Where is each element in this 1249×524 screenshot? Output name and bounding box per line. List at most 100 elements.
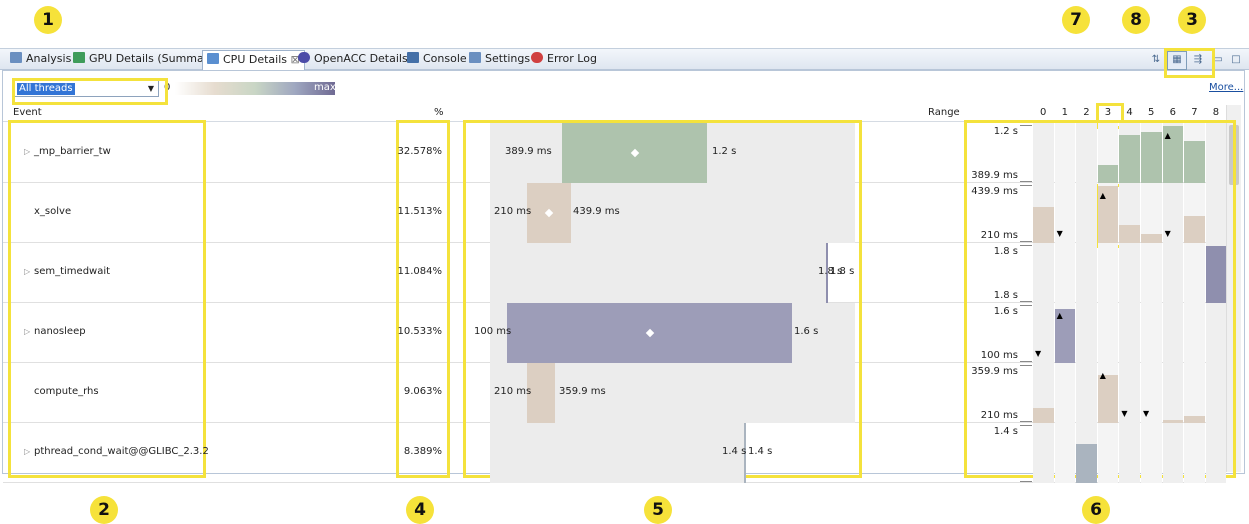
thread-column-header[interactable]: 0: [1040, 107, 1046, 118]
thread-bar: [1097, 375, 1119, 423]
thread-column-header[interactable]: 7: [1191, 107, 1197, 118]
analysis-icon: [10, 52, 22, 63]
event-column-header[interactable]: Event: [13, 107, 42, 118]
legend-max-label: max: [314, 82, 336, 93]
range-column-header[interactable]: Range: [928, 107, 960, 118]
thread-chart-min-label: 210 ms: [980, 410, 1018, 421]
thread-chart-topline: [1020, 125, 1032, 126]
thread-cell[interactable]: [1162, 423, 1184, 483]
event-percent: 10.533%: [397, 326, 443, 337]
thread-cell[interactable]: [1205, 183, 1227, 243]
thread-cell[interactable]: [1141, 423, 1162, 483]
thread-cell[interactable]: [1097, 243, 1119, 303]
thread-chart-min-label: 1.8 s: [993, 290, 1018, 301]
thread-cell[interactable]: [1033, 123, 1054, 183]
event-percent: 11.084%: [397, 266, 443, 277]
thread-cell[interactable]: [1076, 123, 1097, 183]
settings-icon: [469, 52, 481, 63]
thread-column-header[interactable]: 6: [1170, 107, 1176, 118]
thread-cell[interactable]: [1205, 123, 1227, 183]
thread-cell[interactable]: [1076, 303, 1097, 363]
expand-row-icon[interactable]: ▷: [24, 447, 30, 456]
event-percent: 11.513%: [397, 206, 443, 217]
thread-cell[interactable]: [1033, 243, 1054, 303]
expand-row-icon[interactable]: ▷: [24, 327, 30, 336]
thread-cell[interactable]: [1097, 303, 1119, 363]
thread-cell[interactable]: [1054, 423, 1076, 483]
annotation-badge-6: 6: [1082, 496, 1110, 524]
thread-cell[interactable]: [1162, 243, 1184, 303]
percent-column-header[interactable]: %: [434, 107, 444, 118]
thread-cell[interactable]: [1097, 423, 1119, 483]
thread-chart-baseline: [1020, 361, 1032, 362]
range-min-label: 389.9 ms: [505, 146, 552, 157]
thread-cell[interactable]: [1162, 363, 1184, 423]
thread-bar: [1033, 207, 1054, 243]
annotation-box-4: [396, 120, 450, 478]
thread-column-header[interactable]: 8: [1213, 107, 1219, 118]
thread-chart-max-label: 439.9 ms: [971, 186, 1018, 197]
annotation-box-1: [12, 78, 168, 105]
range-max-label: 1.4 s: [748, 446, 773, 457]
tab-gpu-details-summary[interactable]: GPU Details (Summary): [73, 52, 219, 68]
thread-chart-topline: [1020, 425, 1032, 426]
console-icon: [407, 52, 419, 63]
sort-icon[interactable]: ⇅: [1146, 51, 1166, 70]
thread-cell[interactable]: [1119, 423, 1140, 483]
event-percent: 32.578%: [397, 146, 443, 157]
max-marker-icon: ▲: [1099, 371, 1106, 380]
thread-chart-baseline: [1020, 421, 1032, 422]
thread-chart-min-label: 100 ms: [980, 350, 1018, 361]
thread-cell[interactable]: [1119, 243, 1140, 303]
tab-settings[interactable]: Settings: [469, 52, 530, 68]
tab-openacc-details[interactable]: OpenACC Details: [298, 52, 408, 68]
range-max-label: 359.9 ms: [559, 386, 606, 397]
thread-chart-min-label: 210 ms: [980, 230, 1018, 241]
color-scale-legend: [175, 82, 335, 95]
thread-cell[interactable]: [1184, 303, 1205, 363]
thread-cell[interactable]: [1076, 363, 1097, 423]
thread-cell[interactable]: [1141, 303, 1162, 363]
thread-chart-max-label: 359.9 ms: [971, 366, 1018, 377]
tab-analysis[interactable]: Analysis: [10, 52, 71, 68]
thread-cell[interactable]: [1162, 303, 1184, 363]
thread-cell[interactable]: [1076, 183, 1097, 243]
thread-column-header[interactable]: 5: [1148, 107, 1154, 118]
thread-bar: [1119, 135, 1140, 183]
event-percent: 9.063%: [403, 386, 442, 397]
thread-cell[interactable]: [1205, 363, 1227, 423]
thread-column-header[interactable]: 2: [1083, 107, 1089, 118]
thread-bar: [1184, 415, 1205, 423]
range-max-label: 1.6 s: [794, 326, 819, 337]
thread-bar: [1184, 141, 1205, 183]
annotation-badge-3: 3: [1178, 6, 1206, 34]
thread-bar: [1097, 165, 1119, 183]
thread-cell[interactable]: [1205, 423, 1227, 483]
min-marker-icon: ▼: [1143, 409, 1150, 418]
thread-cell[interactable]: [1184, 363, 1205, 423]
tab-error-log[interactable]: Error Log: [531, 52, 597, 68]
openacc-icon: [298, 52, 310, 63]
range-min-label: 210 ms: [494, 206, 532, 217]
expand-row-icon[interactable]: ▷: [24, 147, 30, 156]
thread-cell[interactable]: [1054, 363, 1076, 423]
error-log-icon: [531, 52, 543, 63]
thread-column-header[interactable]: 3: [1105, 107, 1111, 118]
expand-row-icon[interactable]: ▷: [24, 267, 30, 276]
thread-column-header[interactable]: 4: [1126, 107, 1132, 118]
thread-cell[interactable]: [1054, 123, 1076, 183]
thread-cell[interactable]: [1205, 303, 1227, 363]
thread-cell[interactable]: [1119, 303, 1140, 363]
thread-cell[interactable]: [1054, 243, 1076, 303]
annotation-badge-7: 7: [1062, 6, 1090, 34]
thread-cell[interactable]: [1184, 423, 1205, 483]
min-marker-icon: ▼: [1164, 229, 1171, 238]
thread-cell[interactable]: [1184, 243, 1205, 303]
thread-column-header[interactable]: 1: [1062, 107, 1068, 118]
more-link[interactable]: More...: [1209, 82, 1243, 93]
thread-cell[interactable]: [1076, 243, 1097, 303]
thread-cell[interactable]: [1033, 423, 1054, 483]
tab-console[interactable]: Console: [407, 52, 467, 68]
maximize-icon[interactable]: □: [1226, 51, 1246, 70]
thread-cell[interactable]: [1141, 243, 1162, 303]
